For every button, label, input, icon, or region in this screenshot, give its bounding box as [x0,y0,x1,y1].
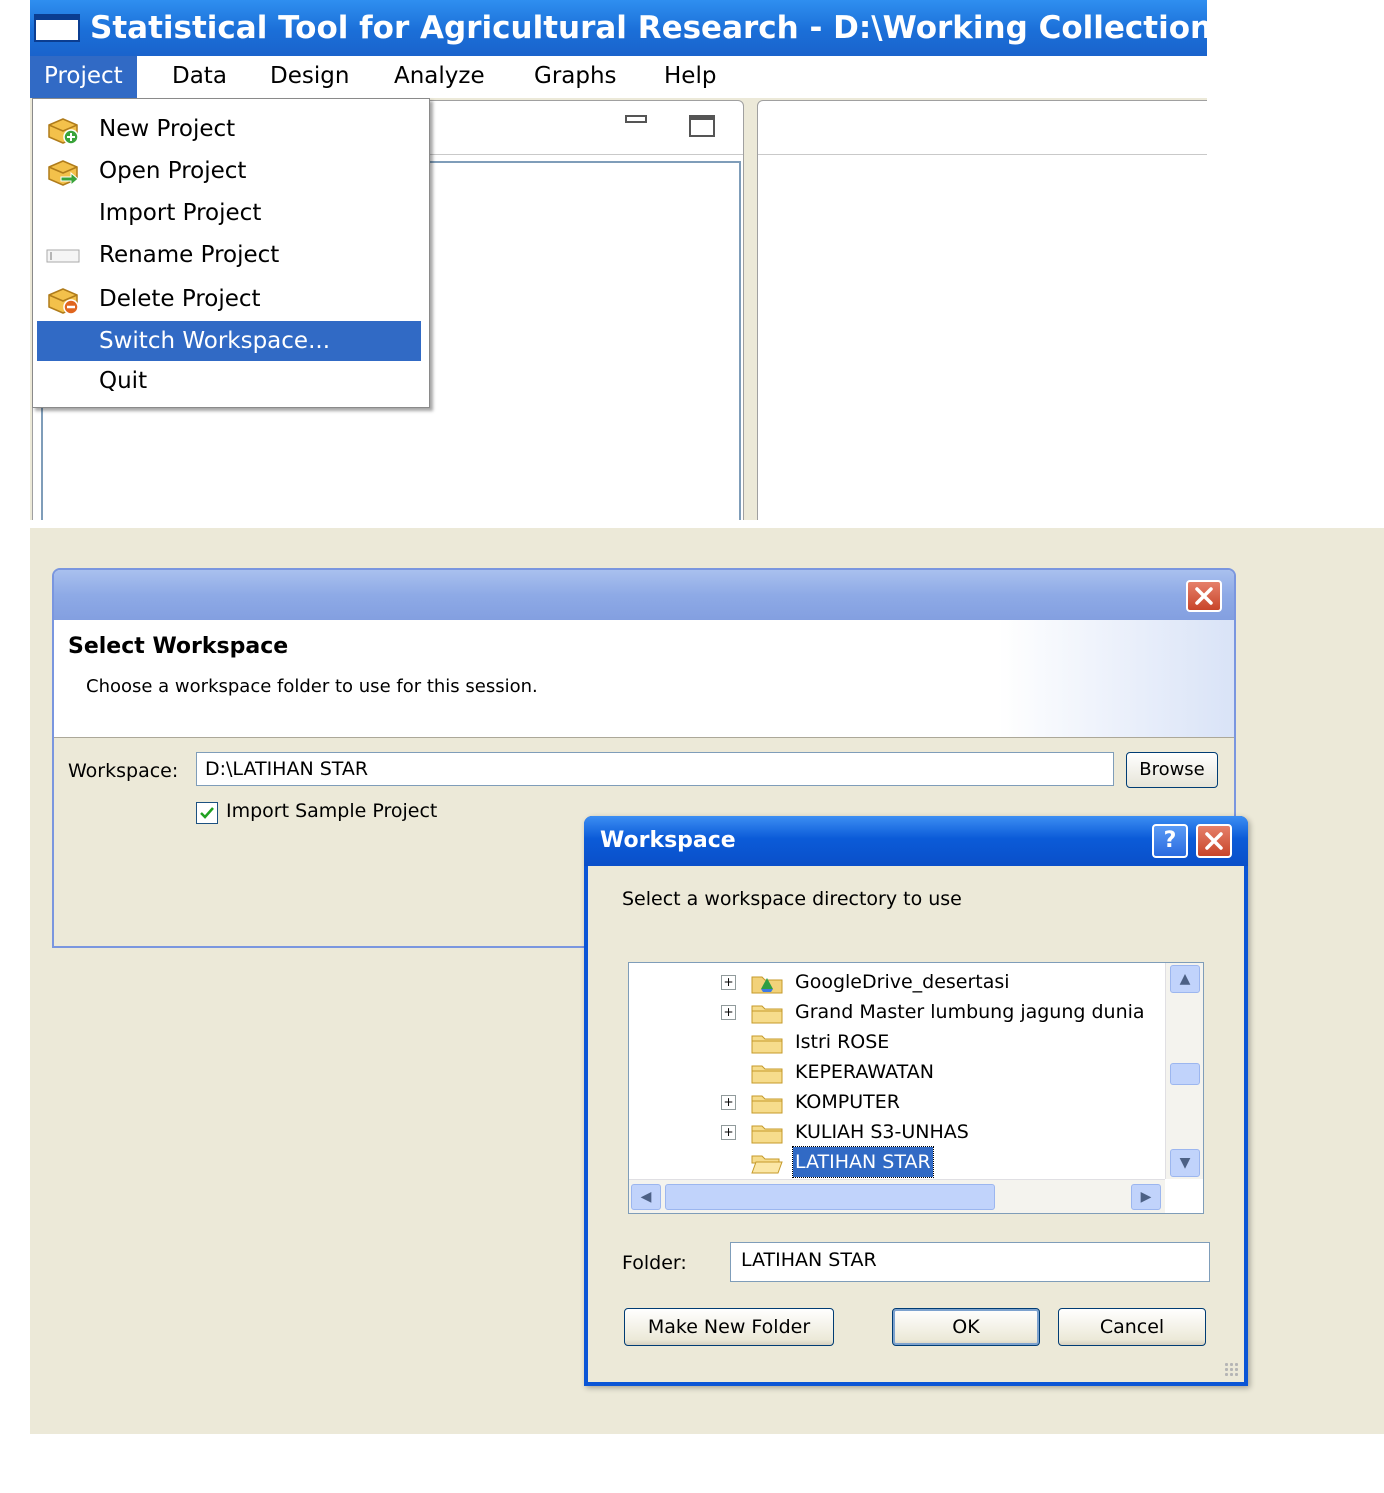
menu-data[interactable]: Data [158,56,241,98]
tree-item-label: LATIHAN STAR [792,1146,934,1178]
menu-item-delete-project[interactable]: Delete Project [37,279,421,319]
import-sample-label: Import Sample Project [226,800,438,822]
scroll-down-icon[interactable]: ▼ [1170,1149,1200,1177]
menu-item-label: Quit [99,368,148,394]
tree-item-selected[interactable]: LATIHAN STAR [629,1146,1165,1178]
ok-button[interactable]: OK [892,1308,1040,1346]
folder-open-icon [751,1155,783,1174]
make-new-folder-button[interactable]: Make New Folder [624,1308,834,1346]
project-new-icon [48,118,79,145]
menu-item-label: Import Project [99,200,262,226]
close-icon [1205,832,1223,850]
help-button[interactable]: ? [1152,824,1188,858]
tree-item-label: GoogleDrive_desertasi [795,971,1010,993]
dialog-instruction: Select a workspace directory to use [622,888,962,910]
dialog-header: Select Workspace Choose a workspace fold… [54,620,1234,738]
workspace-label: Workspace: [68,760,179,782]
expand-icon[interactable]: + [721,975,736,990]
dialog-heading: Select Workspace [68,634,289,659]
app-window: Statistical Tool for Agricultural Resear… [30,0,1207,520]
project-delete-icon [48,288,79,315]
app-title: Statistical Tool for Agricultural Resear… [90,10,1207,46]
tree-item-label: Grand Master lumbung jagung dunia [795,1001,1145,1023]
import-sample-checkbox[interactable] [196,802,218,824]
tree-item[interactable]: + Grand Master lumbung jagung dunia [629,997,1165,1027]
tree-item[interactable]: + GoogleDrive_desertasi [629,967,1165,997]
close-button[interactable] [1186,580,1222,612]
minimize-icon[interactable] [625,115,647,123]
menu-graphs[interactable]: Graphs [520,56,631,98]
app-titlebar: Statistical Tool for Agricultural Resear… [30,0,1207,56]
tree-item-label: Istri ROSE [795,1031,890,1053]
menu-item-label: Delete Project [99,286,261,312]
tree-item-label: KULIAH S3-UNHAS [795,1121,969,1143]
menubar: Project Data Design Analyze Graphs Help [30,56,1207,98]
scroll-thumb[interactable] [1170,1063,1200,1085]
editor-panel [757,100,1207,520]
resize-grip-icon[interactable] [1224,1362,1240,1378]
folder-icon [751,1125,783,1144]
expand-icon[interactable]: + [721,1095,736,1110]
project-open-icon [48,160,79,187]
menu-item-new-project[interactable]: New Project [37,109,421,149]
menu-design[interactable]: Design [256,56,363,98]
folder-label: Folder: [622,1252,687,1274]
dialog-titlebar: Workspace ? [584,816,1248,866]
expand-icon[interactable]: + [721,1125,736,1140]
menu-project[interactable]: Project [30,56,137,98]
folder-icon [751,1065,783,1084]
tree-item[interactable]: KEPERAWATAN [629,1057,1165,1087]
menu-item-label: Switch Workspace... [99,328,330,354]
menu-item-label: Rename Project [99,242,280,268]
google-drive-folder-icon [751,976,783,994]
browse-button[interactable]: Browse [1126,752,1218,788]
editor-panel-header [758,101,1207,155]
scroll-right-icon[interactable]: ▶ [1131,1184,1161,1210]
folder-icon [751,1005,783,1024]
tree-item[interactable]: + KULIAH S3-UNHAS [629,1117,1165,1147]
close-icon [1195,587,1213,605]
vertical-scrollbar[interactable]: ▲ ▼ [1165,963,1203,1179]
maximize-icon[interactable] [689,115,715,137]
dialog-body: Select a workspace directory to use + Go… [588,866,1244,1382]
dialog-title: Workspace [600,828,736,853]
menu-item-import-project[interactable]: Import Project [37,193,421,233]
menu-item-quit[interactable]: Quit [37,361,421,401]
menu-item-rename-project[interactable]: Rename Project [37,235,421,275]
tree-item[interactable]: Istri ROSE [629,1027,1165,1057]
menu-help[interactable]: Help [650,56,730,98]
tree-item-label: KOMPUTER [795,1091,900,1113]
close-button[interactable] [1196,824,1232,858]
dialog-description: Choose a workspace folder to use for thi… [86,676,538,697]
folder-tree[interactable]: + GoogleDrive_desertasi + Grand Master l… [628,962,1204,1214]
tree-item-label: KEPERAWATAN [795,1061,934,1083]
menu-item-label: Open Project [99,158,247,184]
folder-input[interactable]: LATIHAN STAR [730,1242,1210,1282]
horizontal-scrollbar[interactable]: ◀ ▶ [629,1179,1165,1213]
workspace-browser-dialog: Workspace ? Select a workspace directory… [584,816,1248,1386]
checkmark-icon [200,807,214,819]
scroll-up-icon[interactable]: ▲ [1170,965,1200,993]
rename-icon [46,249,80,263]
workspace-input[interactable]: D:\LATIHAN STAR [196,752,1114,786]
dialogs-area: Select Workspace Choose a workspace fold… [30,528,1384,1434]
menu-item-label: New Project [99,116,236,142]
menu-item-open-project[interactable]: Open Project [37,151,421,191]
scroll-thumb[interactable] [665,1184,995,1210]
project-menu-dropdown: New Project Open Project Import Project … [32,98,430,408]
window-icon [34,14,80,42]
tree-item[interactable]: + KOMPUTER [629,1087,1165,1117]
scroll-left-icon[interactable]: ◀ [631,1184,661,1210]
menu-analyze[interactable]: Analyze [380,56,499,98]
menu-item-switch-workspace[interactable]: Switch Workspace... [37,321,421,361]
folder-icon [751,1095,783,1114]
dialog-titlebar [54,570,1234,620]
cancel-button[interactable]: Cancel [1058,1308,1206,1346]
folder-icon [751,1035,783,1054]
expand-icon[interactable]: + [721,1005,736,1020]
